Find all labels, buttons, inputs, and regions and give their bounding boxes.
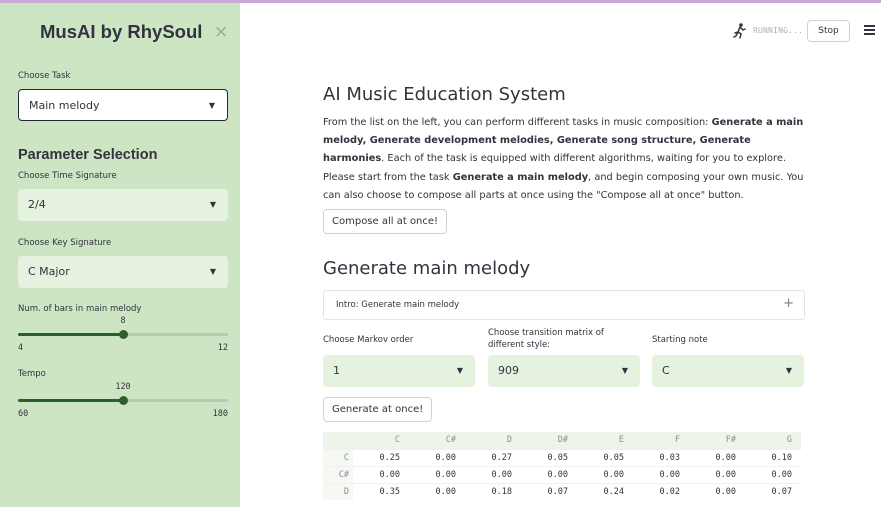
table-cell: 0.00 <box>577 465 633 483</box>
bars-slider[interactable] <box>18 330 228 339</box>
table-cell: 0.05 <box>521 448 577 466</box>
tempo-slider-fill <box>18 399 123 402</box>
table-row: D 0.35 0.00 0.18 0.07 0.24 0.02 0.00 0.0… <box>323 482 801 500</box>
transition-matrix-label: Choose transition matrix of different st… <box>488 328 604 350</box>
bars-slider-max: 12 <box>217 343 228 353</box>
table-cell: 0.35 <box>353 482 409 500</box>
table-cell: 0.00 <box>409 482 465 500</box>
table-cell: 0.03 <box>633 448 689 466</box>
table-row: C# 0.00 0.00 0.00 0.00 0.00 0.00 0.00 0.… <box>323 465 801 483</box>
table-cell: 0.10 <box>745 448 801 466</box>
close-icon[interactable]: × <box>214 22 228 42</box>
column-header: F <box>633 432 689 449</box>
time-signature-select[interactable]: 2/4 ▼ <box>18 189 228 221</box>
expander-label: Intro: Generate main melody <box>336 300 460 310</box>
chevron-down-icon: ▼ <box>785 366 792 375</box>
markov-order-select[interactable]: 1 ▼ <box>323 355 475 387</box>
table-cell: 0.00 <box>689 482 745 500</box>
table-header-row: C C# D D# E F F# G <box>323 432 801 449</box>
task-select[interactable]: Main melody ▼ <box>18 89 228 121</box>
time-signature-label: Choose Time Signature <box>18 171 117 181</box>
starting-note-select[interactable]: C ▼ <box>652 355 804 387</box>
generate-button[interactable]: Generate at once! <box>323 397 433 422</box>
transition-matrix-select[interactable]: 909 ▼ <box>488 355 640 387</box>
tempo-slider-value: 120 <box>115 382 131 392</box>
transition-matrix-table: C C# D D# E F F# G C 0.25 0.00 0.27 0.05… <box>323 432 801 500</box>
sidebar: MusAI by RhySoul × Choose Task Main melo… <box>0 3 240 507</box>
app-title: MusAI by RhySoul <box>40 21 203 42</box>
section-title: Generate main melody <box>323 258 531 279</box>
bars-label: Num. of bars in main melody <box>18 304 142 314</box>
bars-slider-min: 4 <box>18 343 24 353</box>
tempo-slider-max: 180 <box>212 409 228 419</box>
table-cell: 0.05 <box>577 448 633 466</box>
column-header: F# <box>689 432 745 449</box>
bars-slider-value: 8 <box>120 316 126 326</box>
table-cell: 0.25 <box>353 448 409 466</box>
stop-button[interactable]: Stop <box>807 20 850 42</box>
chevron-down-icon: ▼ <box>208 101 215 110</box>
table-cell: 0.24 <box>577 482 633 500</box>
starting-note-value: C <box>662 364 670 377</box>
task-label: Choose Task <box>18 71 71 81</box>
table-cell: 0.07 <box>521 482 577 500</box>
table-cell: 0.00 <box>689 448 745 466</box>
table-cell: 0.18 <box>465 482 521 500</box>
chevron-down-icon: ▼ <box>209 267 216 276</box>
tempo-label: Tempo <box>18 369 46 379</box>
bars-slider-thumb[interactable] <box>118 330 128 339</box>
column-header: E <box>577 432 633 449</box>
chevron-down-icon: ▼ <box>621 366 628 375</box>
table-cell: 0.27 <box>465 448 521 466</box>
column-header: C# <box>409 432 465 449</box>
markov-order-label: Choose Markov order <box>323 335 414 345</box>
starting-note-label: Starting note <box>652 335 708 345</box>
table-cell: 0.00 <box>353 465 409 483</box>
intro-text-1: From the list on the left, you can perfo… <box>323 117 712 128</box>
tempo-slider-min: 60 <box>18 409 29 419</box>
table-row: C 0.25 0.00 0.27 0.05 0.05 0.03 0.00 0.1… <box>323 448 801 466</box>
table-corner <box>323 432 353 449</box>
compose-all-button[interactable]: Compose all at once! <box>323 209 448 234</box>
hamburger-menu-icon[interactable] <box>864 25 875 35</box>
task-select-value: Main melody <box>29 99 100 112</box>
parameter-heading: Parameter Selection <box>18 147 158 163</box>
bars-slider-fill <box>18 333 123 336</box>
table-cell: 0.00 <box>633 465 689 483</box>
column-header: D <box>465 432 521 449</box>
row-header: C# <box>323 465 353 483</box>
page-title: AI Music Education System <box>323 84 566 105</box>
table-cell: 0.00 <box>409 448 465 466</box>
status-text: RUNNING... <box>753 26 804 35</box>
intro-bold-2: Generate a main melody <box>452 171 589 183</box>
tempo-slider-thumb[interactable] <box>118 396 128 405</box>
table-cell: 0.00 <box>521 465 577 483</box>
key-signature-label: Choose Key Signature <box>18 238 112 248</box>
chevron-down-icon: ▼ <box>209 200 216 209</box>
transition-matrix-value: 909 <box>498 364 519 377</box>
intro-paragraph: From the list on the left, you can perfo… <box>323 114 813 205</box>
row-header: D <box>323 482 353 500</box>
table-cell: 0.07 <box>745 482 801 500</box>
chevron-down-icon: ▼ <box>456 366 463 375</box>
intro-expander[interactable]: Intro: Generate main melody + <box>323 290 805 320</box>
column-header: G <box>745 432 801 449</box>
column-header: C <box>353 432 409 449</box>
plus-icon: + <box>783 296 794 311</box>
table-cell: 0.00 <box>745 465 801 483</box>
markov-order-value: 1 <box>333 364 340 377</box>
time-signature-value: 2/4 <box>28 198 46 211</box>
row-header: C <box>323 448 353 466</box>
tempo-slider[interactable] <box>18 396 228 405</box>
running-man-icon <box>733 23 746 39</box>
table-cell: 0.00 <box>409 465 465 483</box>
table-cell: 0.00 <box>465 465 521 483</box>
column-header: D# <box>521 432 577 449</box>
table-cell: 0.02 <box>633 482 689 500</box>
table-cell: 0.00 <box>689 465 745 483</box>
key-signature-select[interactable]: C Major ▼ <box>18 256 228 288</box>
key-signature-value: C Major <box>28 265 70 278</box>
